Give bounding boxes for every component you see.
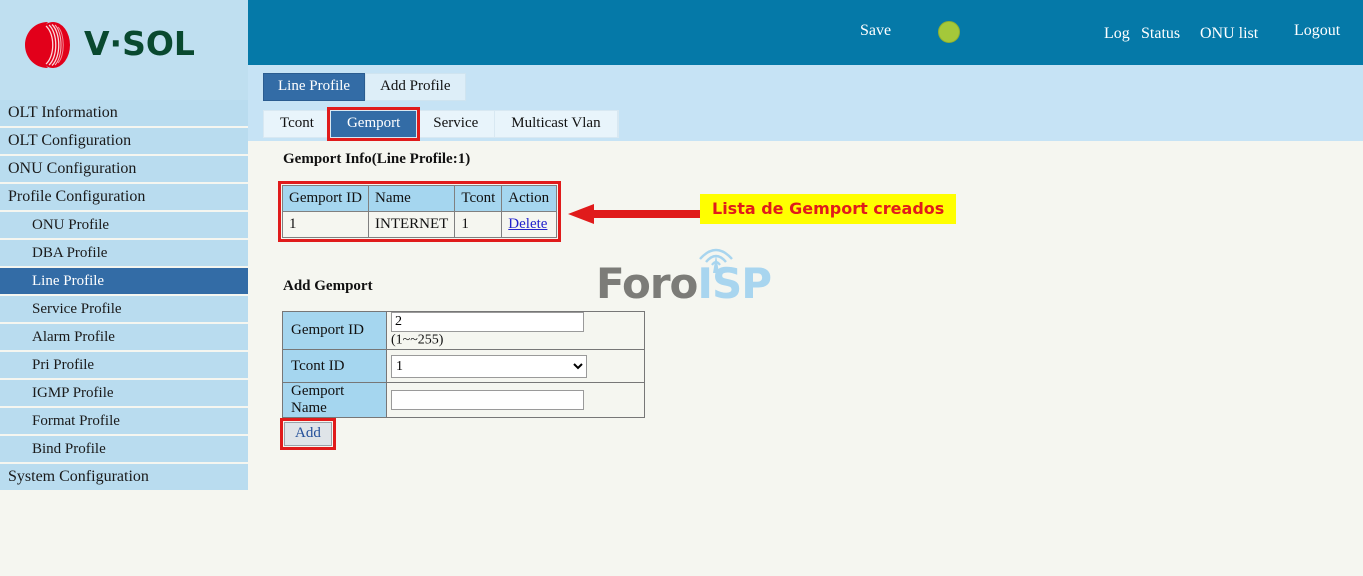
col-gemport-id: Gemport ID bbox=[282, 185, 369, 212]
subtab-tcont[interactable]: Tcont bbox=[264, 111, 331, 137]
col-action: Action bbox=[501, 185, 558, 212]
gemport-info-title: Gemport Info(Line Profile:1) bbox=[283, 151, 471, 167]
secondary-tab-bar: Tcont Gemport Service Multicast Vlan bbox=[263, 107, 619, 141]
cell-action: Delete bbox=[501, 211, 558, 238]
brand-logo-area: V·SOL bbox=[0, 0, 248, 100]
sidebar-item-onu-profile[interactable]: ONU Profile bbox=[0, 212, 248, 238]
sidebar-item-olt-information[interactable]: OLT Information bbox=[0, 100, 248, 126]
tab-zone: Line Profile Add Profile Tcont Gemport Serv… bbox=[248, 65, 1363, 141]
primary-tab-bar: Line Profile Add Profile bbox=[263, 73, 466, 101]
label-gemport-id: Gemport ID bbox=[282, 311, 387, 350]
form-row-gemport-name: Gemport Name bbox=[282, 382, 645, 418]
form-row-tcont-id: Tcont ID 1 bbox=[282, 349, 645, 383]
sidebar-item-igmp-profile[interactable]: IGMP Profile bbox=[0, 380, 248, 406]
gemport-id-input[interactable] bbox=[391, 312, 584, 332]
gemport-id-range-hint: (1~~255) bbox=[391, 332, 444, 348]
antenna-tower-icon bbox=[699, 248, 733, 273]
sidebar-item-olt-configuration[interactable]: OLT Configuration bbox=[0, 128, 248, 154]
add-gemport-title: Add Gemport bbox=[283, 278, 373, 294]
sidebar-item-pri-profile[interactable]: Pri Profile bbox=[0, 352, 248, 378]
sidebar-item-bind-profile[interactable]: Bind Profile bbox=[0, 436, 248, 462]
delete-link[interactable]: Delete bbox=[508, 216, 547, 232]
cell-gemport-id: 1 bbox=[282, 211, 369, 238]
label-tcont-id: Tcont ID bbox=[282, 349, 387, 383]
hdr-link-logout[interactable]: Logout bbox=[1294, 22, 1340, 40]
add-button[interactable]: Add bbox=[284, 422, 332, 446]
field-gemport-name-cell bbox=[386, 382, 645, 418]
tab-add-profile[interactable]: Add Profile bbox=[365, 73, 466, 101]
table-header-row: Gemport ID Name Tcont Action bbox=[282, 185, 558, 212]
gemport-name-input[interactable] bbox=[391, 390, 584, 410]
sidebar-menu: OLT Information OLT Configuration ONU Conf… bbox=[0, 100, 248, 490]
hdr-link-log[interactable]: Log bbox=[1104, 25, 1130, 43]
field-tcont-id-cell: 1 bbox=[386, 349, 645, 383]
sidebar: V·SOL OLT Information OLT Configuration ON… bbox=[0, 0, 248, 576]
label-gemport-name: Gemport Name bbox=[282, 382, 387, 418]
vsol-sphere-logo-icon bbox=[25, 22, 70, 68]
sidebar-item-format-profile[interactable]: Format Profile bbox=[0, 408, 248, 434]
watermark-text-foro: Foro bbox=[596, 259, 698, 308]
gemport-info-table: Gemport ID Name Tcont Action 1 INTERNET … bbox=[282, 185, 558, 238]
col-name: Name bbox=[367, 185, 456, 212]
subtab-service[interactable]: Service bbox=[417, 111, 496, 137]
gemport-info-table-body: 1 INTERNET 1 Delete bbox=[282, 211, 558, 238]
col-tcont: Tcont bbox=[454, 185, 503, 212]
main-content: Gemport Info(Line Profile:1) Gemport ID … bbox=[248, 141, 1363, 576]
top-header: Save Log Status ONU list Logout bbox=[248, 0, 1363, 65]
field-gemport-id-cell: (1~~255) bbox=[386, 311, 645, 350]
tcont-id-select[interactable]: 1 bbox=[391, 354, 587, 378]
sidebar-item-onu-configuration[interactable]: ONU Configuration bbox=[0, 156, 248, 182]
table-row: 1 INTERNET 1 Delete bbox=[282, 211, 558, 238]
hdr-link-status[interactable]: Status bbox=[1141, 25, 1180, 43]
page-root: V·SOL OLT Information OLT Configuration ON… bbox=[0, 0, 1363, 576]
brand-logo-text: V·SOL bbox=[84, 24, 195, 63]
tab-line-profile[interactable]: Line Profile bbox=[263, 73, 366, 101]
cell-tcont: 1 bbox=[454, 211, 503, 238]
sidebar-item-dba-profile[interactable]: DBA Profile bbox=[0, 240, 248, 266]
annotation-label: Lista de Gemport creados bbox=[700, 194, 957, 224]
add-button-highlight: Add bbox=[280, 418, 336, 450]
gemport-info-table-highlight: Gemport ID Name Tcont Action 1 INTERNET … bbox=[277, 181, 562, 242]
add-gemport-form: Gemport ID (1~~255) Tcont ID 1 Gemport N… bbox=[282, 311, 645, 418]
subtab-gemport[interactable]: Gemport bbox=[326, 107, 421, 141]
cell-name: INTERNET bbox=[367, 211, 456, 238]
connection-status-indicator bbox=[938, 21, 960, 43]
sidebar-item-alarm-profile[interactable]: Alarm Profile bbox=[0, 324, 248, 350]
hdr-link-onu-list[interactable]: ONU list bbox=[1200, 25, 1258, 43]
subtab-multicast-vlan[interactable]: Multicast Vlan bbox=[495, 111, 618, 137]
foroisp-watermark: ForoISP bbox=[596, 248, 776, 319]
sidebar-item-line-profile[interactable]: Line Profile bbox=[0, 268, 248, 294]
form-row-gemport-id: Gemport ID (1~~255) bbox=[282, 311, 645, 350]
sidebar-item-system-configuration[interactable]: System Configuration bbox=[0, 464, 248, 490]
sidebar-item-profile-configuration[interactable]: Profile Configuration bbox=[0, 184, 248, 210]
sidebar-item-service-profile[interactable]: Service Profile bbox=[0, 296, 248, 322]
annotation-arrow-icon bbox=[568, 204, 708, 224]
save-button[interactable]: Save bbox=[860, 22, 891, 40]
